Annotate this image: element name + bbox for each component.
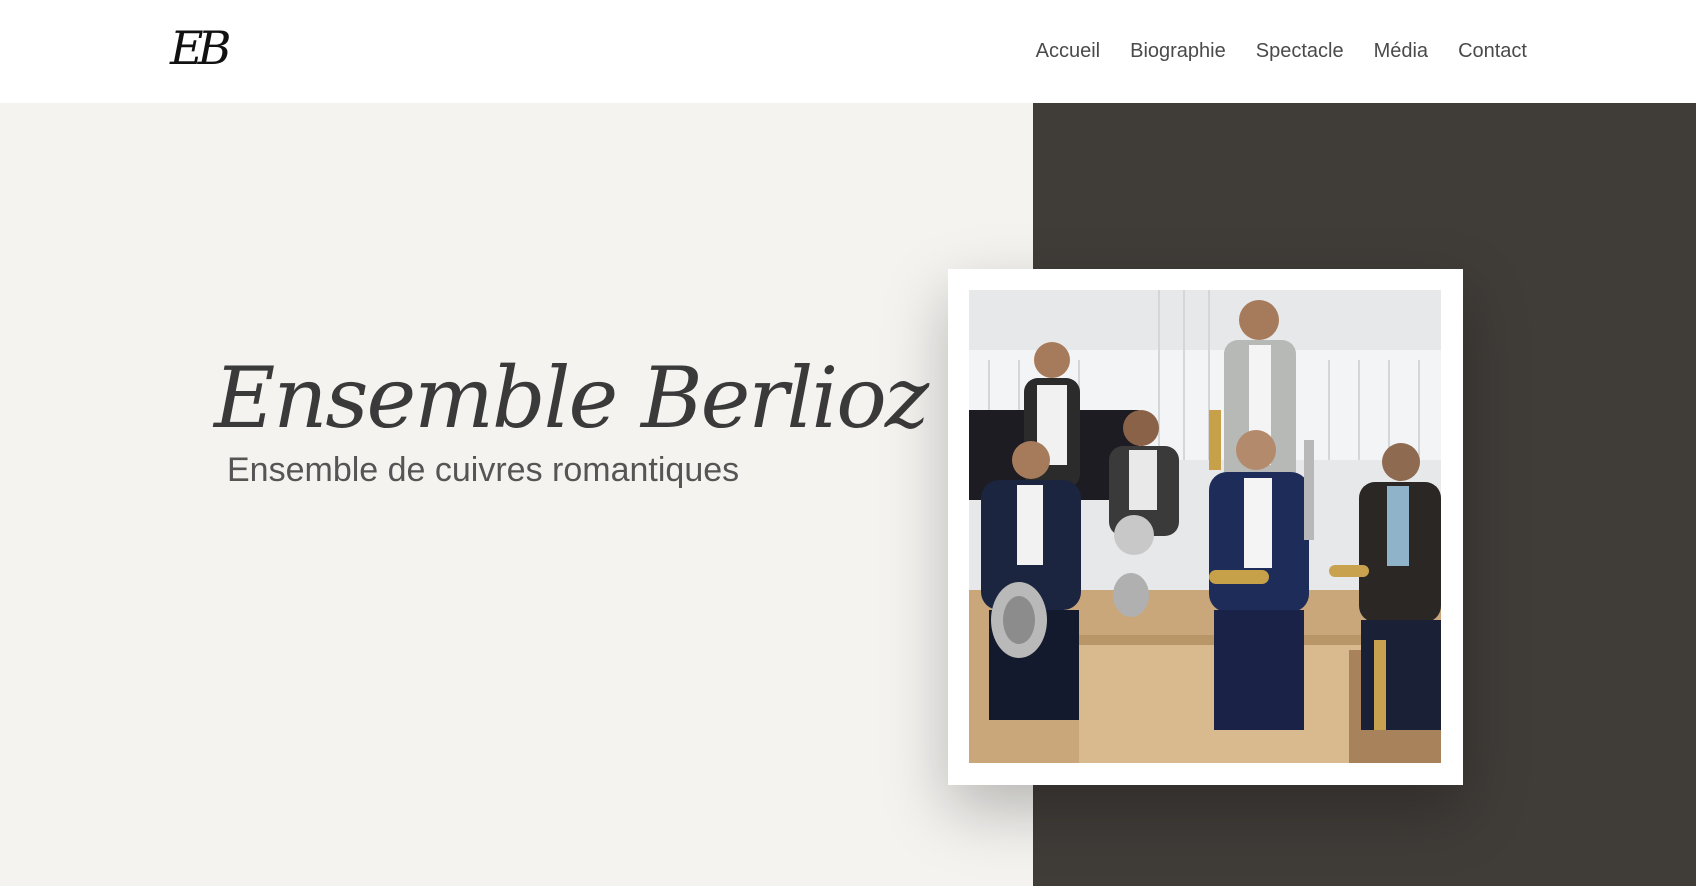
hero-left-panel [0, 103, 1033, 886]
main-nav: Accueil Biographie Spectacle Média Conta… [1036, 36, 1527, 66]
hero-section: Ensemble Berlioz Ensemble de cuivres rom… [0, 103, 1696, 886]
hero-title: Ensemble Berlioz [214, 349, 929, 447]
ensemble-photo [969, 290, 1441, 763]
site-logo[interactable]: EB [170, 18, 231, 78]
photo-frame [948, 269, 1463, 785]
nav-biographie[interactable]: Biographie [1130, 36, 1226, 66]
nav-media[interactable]: Média [1374, 36, 1428, 66]
nav-contact[interactable]: Contact [1458, 36, 1527, 66]
site-header: EB Accueil Biographie Spectacle Média Co… [0, 0, 1696, 103]
nav-accueil[interactable]: Accueil [1036, 36, 1100, 66]
hero-subtitle: Ensemble de cuivres romantiques [227, 451, 740, 489]
nav-spectacle[interactable]: Spectacle [1256, 36, 1344, 66]
